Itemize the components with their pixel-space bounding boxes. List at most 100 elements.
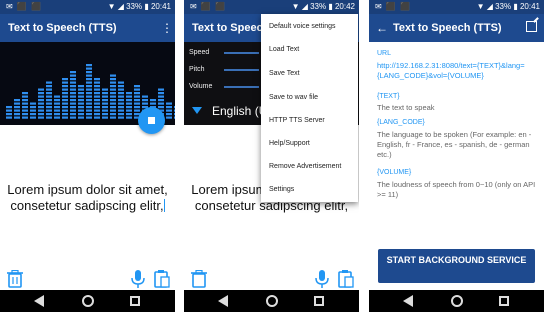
pitch-slider[interactable] bbox=[224, 69, 259, 71]
status-bar: ✉ ⬛ ⬛ ▼ ◢ 33% ▮ 20:41 bbox=[0, 0, 175, 14]
visualizer-segment bbox=[78, 102, 84, 105]
visualizer-segment bbox=[134, 99, 140, 102]
menu-item-remove-ads[interactable]: Remove Advertisement bbox=[269, 163, 341, 170]
stop-button[interactable] bbox=[138, 107, 165, 134]
visualizer-segment bbox=[110, 74, 116, 77]
visualizer-segment bbox=[102, 99, 108, 102]
visualizer-segment bbox=[6, 109, 12, 112]
visualizer-segment bbox=[54, 106, 60, 109]
menu-item-help[interactable]: Help/Support bbox=[269, 140, 310, 147]
visualizer-segment bbox=[110, 95, 116, 98]
volume-param-desc: The loudness of speech from 0~10 (only o… bbox=[377, 180, 536, 199]
menu-item-save-wav[interactable]: Save to wav file bbox=[269, 94, 318, 101]
volume-slider[interactable] bbox=[224, 86, 259, 88]
visualizer-segment bbox=[150, 102, 156, 105]
visualizer-segment bbox=[46, 106, 52, 109]
app-bar: Text to Speech (TTS) ⋮ bbox=[0, 14, 175, 42]
visualizer-segment bbox=[126, 102, 132, 105]
microphone-icon[interactable] bbox=[314, 270, 330, 288]
visualizer-segment bbox=[14, 109, 20, 112]
phone-screen-main: ✉ ⬛ ⬛ ▼ ◢ 33% ▮ 20:41 Text to Speech (TT… bbox=[0, 0, 175, 312]
visualizer-segment bbox=[30, 109, 36, 112]
back-arrow-icon[interactable]: ← bbox=[376, 22, 388, 34]
clipboard-icon[interactable] bbox=[154, 270, 170, 288]
text-cursor bbox=[163, 199, 165, 212]
visualizer-segment bbox=[22, 109, 28, 112]
speed-slider[interactable] bbox=[224, 52, 259, 54]
visualizer-segment bbox=[158, 95, 164, 98]
overflow-menu: Default voice settings Load Text Save Te… bbox=[261, 14, 358, 202]
visualizer-segment bbox=[158, 106, 164, 109]
microphone-icon[interactable] bbox=[130, 270, 146, 288]
visualizer-segment bbox=[142, 99, 148, 102]
visualizer-segment bbox=[54, 109, 60, 112]
menu-item-load-text[interactable]: Load Text bbox=[269, 46, 299, 53]
phone-screen-http-server: ✉ ⬛ ⬛ ▼ ◢ 33% ▮ 20:41 ← Text to Speech (… bbox=[369, 0, 544, 312]
visualizer-segment bbox=[14, 113, 20, 116]
visualizer-segment bbox=[46, 102, 52, 105]
visualizer-segment bbox=[166, 116, 172, 119]
recents-nav-icon[interactable] bbox=[314, 296, 324, 306]
visualizer-segment bbox=[30, 102, 36, 105]
visualizer-segment bbox=[126, 116, 132, 119]
trash-icon[interactable] bbox=[7, 270, 23, 288]
menu-item-http-server[interactable]: HTTP TTS Server bbox=[269, 117, 325, 124]
menu-item-settings[interactable]: Settings bbox=[269, 186, 294, 193]
language-dropdown-icon[interactable] bbox=[192, 107, 202, 114]
overflow-menu-icon[interactable]: ⋮ bbox=[161, 21, 173, 35]
start-background-service-button[interactable]: START BACKGROUND SERVICE bbox=[378, 249, 535, 283]
visualizer-segment bbox=[38, 102, 44, 105]
menu-item-default-voice-settings[interactable]: Default voice settings bbox=[269, 23, 336, 30]
visualizer-segment bbox=[62, 78, 68, 81]
visualizer-segment bbox=[70, 81, 76, 84]
visualizer-segment bbox=[62, 109, 68, 112]
visualizer-segment bbox=[22, 116, 28, 119]
visualizer-segment bbox=[126, 106, 132, 109]
visualizer-segment bbox=[38, 106, 44, 109]
visualizer-segment bbox=[86, 92, 92, 95]
visualizer-segment bbox=[126, 99, 132, 102]
home-nav-icon[interactable] bbox=[266, 295, 278, 307]
edit-icon[interactable] bbox=[526, 21, 537, 32]
visualizer-segment bbox=[86, 74, 92, 77]
home-nav-icon[interactable] bbox=[82, 295, 94, 307]
visualizer-segment bbox=[110, 102, 116, 105]
visualizer-segment bbox=[102, 88, 108, 91]
status-bar: ✉ ⬛ ⬛ ▼ ◢ 33% ▮ 20:41 bbox=[369, 0, 544, 14]
visualizer-segment bbox=[86, 95, 92, 98]
visualizer-segment bbox=[134, 85, 140, 88]
visualizer-segment bbox=[6, 106, 12, 109]
back-nav-icon[interactable] bbox=[218, 295, 228, 307]
back-nav-icon[interactable] bbox=[34, 295, 44, 307]
recents-nav-icon[interactable] bbox=[130, 296, 140, 306]
menu-item-save-text[interactable]: Save Text bbox=[269, 70, 300, 77]
visualizer-segment bbox=[14, 99, 20, 102]
visualizer-segment bbox=[30, 116, 36, 119]
visualizer-segment bbox=[118, 109, 124, 112]
url-label: URL bbox=[377, 50, 392, 57]
visualizer-segment bbox=[86, 109, 92, 112]
visualizer-segment bbox=[38, 95, 44, 98]
back-nav-icon[interactable] bbox=[403, 295, 413, 307]
home-nav-icon[interactable] bbox=[451, 295, 463, 307]
recents-nav-icon[interactable] bbox=[499, 296, 509, 306]
trash-icon[interactable] bbox=[191, 270, 207, 288]
visualizer-segment bbox=[46, 113, 52, 116]
visualizer-segment bbox=[126, 113, 132, 116]
status-right-info: ▼ ◢ 33% ▮ 20:41 bbox=[107, 2, 171, 11]
visualizer-segment bbox=[78, 92, 84, 95]
visualizer-segment bbox=[102, 95, 108, 98]
visualizer-segment bbox=[70, 116, 76, 119]
volume-label: Volume bbox=[189, 83, 213, 90]
language-selector[interactable]: English (U bbox=[212, 104, 267, 118]
visualizer-segment bbox=[86, 85, 92, 88]
visualizer-segment bbox=[86, 88, 92, 91]
visualizer-segment bbox=[174, 106, 175, 109]
visualizer-segment bbox=[78, 99, 84, 102]
visualizer-segment bbox=[142, 102, 148, 105]
text-input-area[interactable]: Lorem ipsum dolor sit amet, consetetur s… bbox=[0, 182, 175, 214]
clipboard-icon[interactable] bbox=[338, 270, 354, 288]
visualizer-segment bbox=[174, 113, 175, 116]
visualizer-segment bbox=[94, 88, 100, 91]
visualizer-segment bbox=[22, 92, 28, 95]
